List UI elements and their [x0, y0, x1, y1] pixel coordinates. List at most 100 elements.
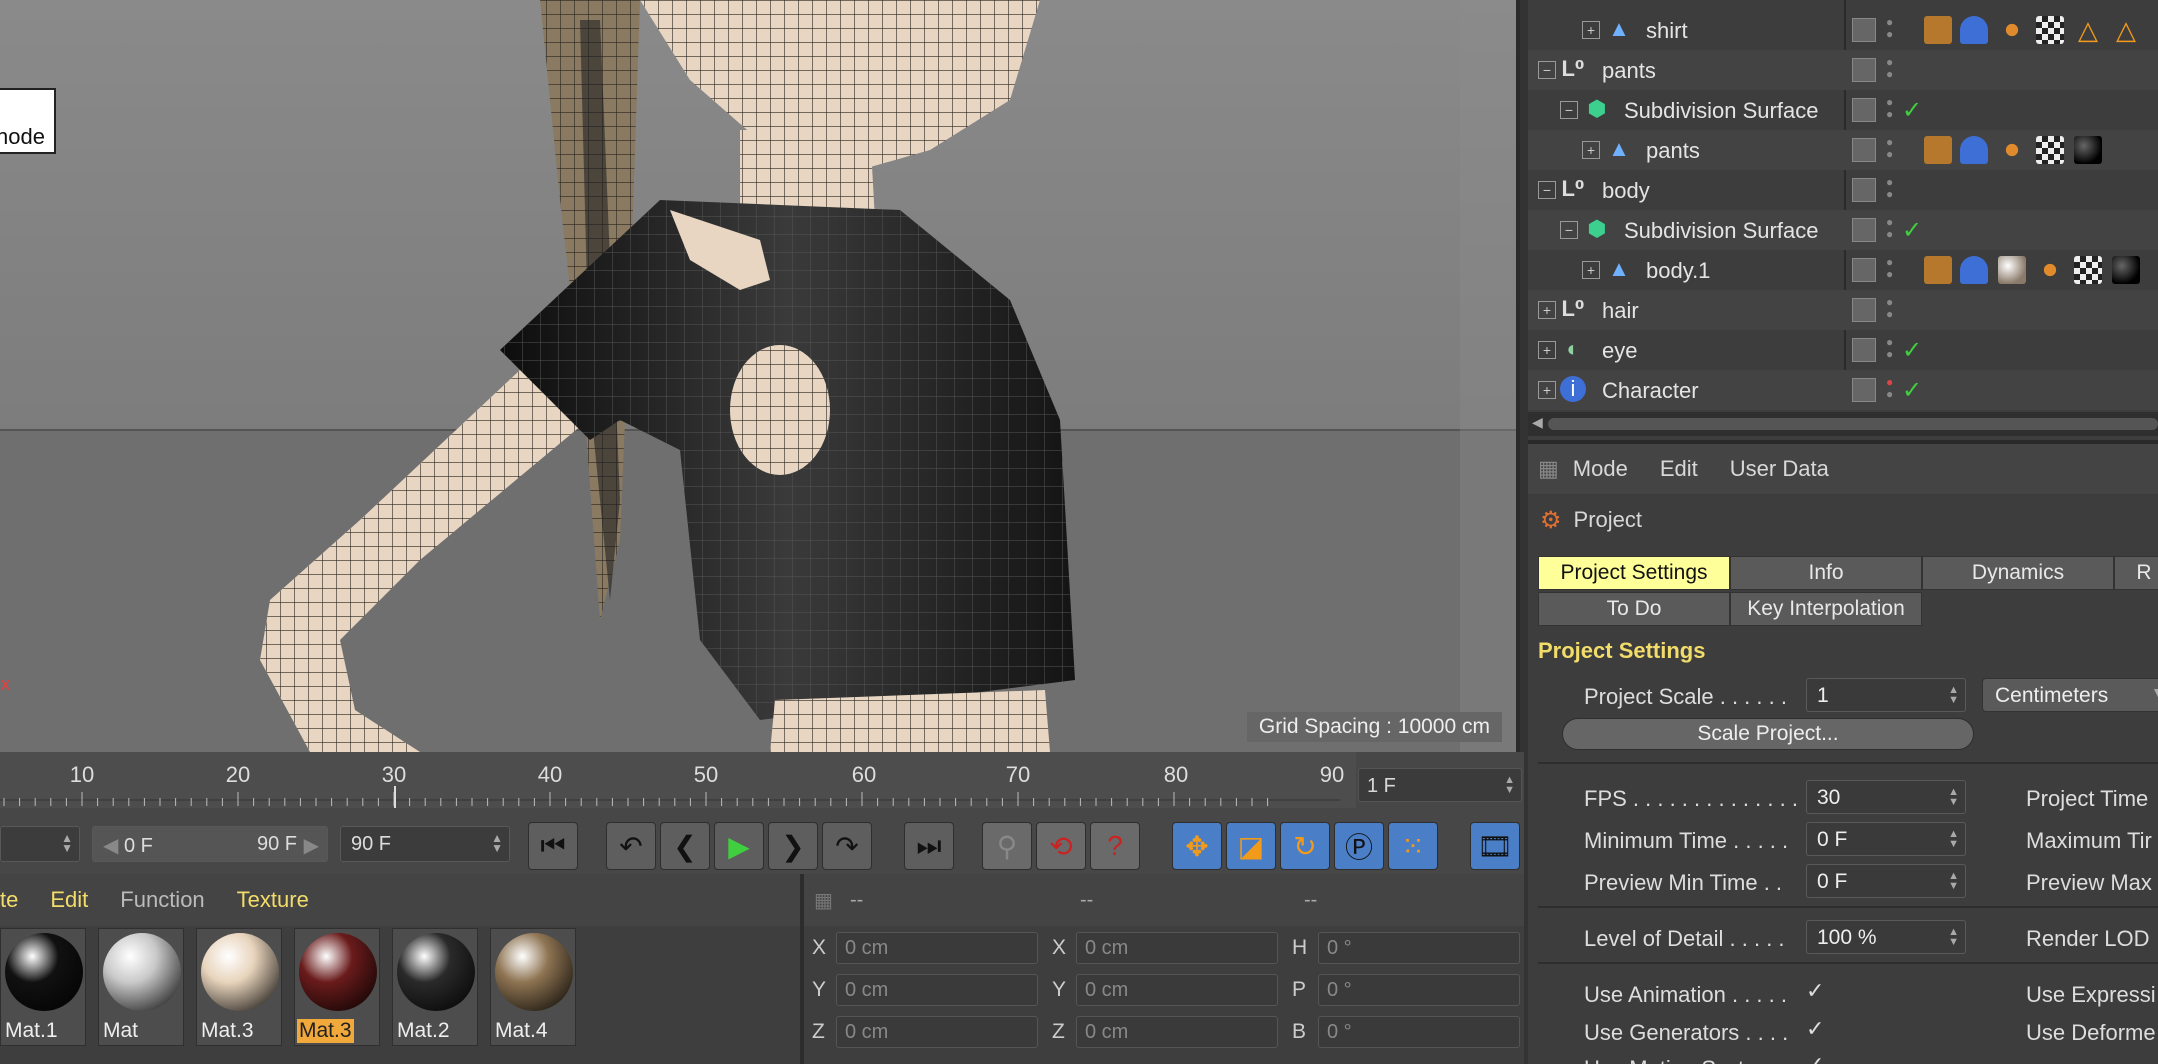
tab-info[interactable]: Info [1730, 556, 1922, 590]
project-scale-field[interactable]: 1 ▲ ▼ [1806, 678, 1966, 712]
uvw-tag-icon[interactable] [2036, 16, 2064, 44]
weight-tag-icon[interactable] [1998, 16, 2026, 44]
rotation-key-button[interactable]: ↻ [1280, 822, 1330, 870]
preview-min-time-field[interactable]: 0 F ▲ ▼ [1806, 864, 1966, 898]
expand-icon[interactable]: + [1538, 341, 1556, 359]
visibility-dots-icon[interactable]: ● ● [1886, 96, 1893, 120]
layer-box[interactable] [1852, 98, 1876, 122]
expand-icon[interactable]: + [1582, 21, 1600, 39]
visibility-dots-icon[interactable]: ● ● [1886, 136, 1893, 160]
scale-key-button[interactable]: ◪ [1226, 822, 1276, 870]
tab-key-interpolation[interactable]: Key Interpolation [1730, 592, 1922, 626]
layer-box[interactable] [1852, 218, 1876, 242]
playhead[interactable] [394, 786, 396, 808]
menu-texture[interactable]: Texture [237, 887, 309, 913]
tab-referencing[interactable]: R [2114, 556, 2158, 590]
collapse-icon[interactable]: − [1538, 61, 1556, 79]
tab-dynamics[interactable]: Dynamics [1922, 556, 2114, 590]
rotation-b-field[interactable]: 0 ° [1318, 1016, 1520, 1048]
collapse-icon[interactable]: − [1538, 181, 1556, 199]
horizontal-scrollbar[interactable]: ◀ [1528, 412, 2158, 436]
layer-box[interactable] [1852, 138, 1876, 162]
texture-tag-icon[interactable] [1924, 16, 1952, 44]
level-of-detail-field[interactable]: 100 % ▲ ▼ [1806, 920, 1966, 954]
menu-edit[interactable]: Edit [50, 887, 88, 913]
start-frame-field[interactable]: ▲ ▼ [0, 826, 80, 862]
previous-frame-button[interactable]: ❮ [660, 822, 710, 870]
object-row-pants-null[interactable]: − L⁰ pants ● ● [1528, 50, 2158, 90]
material-swatch[interactable]: Mat.4 [490, 928, 576, 1046]
position-z-field[interactable]: 0 cm [836, 1016, 1038, 1048]
object-row-subdivision-surface[interactable]: − ⬢ Subdivision Surface ● ● ✓ [1528, 90, 2158, 130]
end-frame-field[interactable]: 90 F ▲ ▼ [340, 826, 510, 862]
object-row-shirt[interactable]: + ▲ shirt ● ● △ △ [1528, 10, 2158, 50]
position-x-field[interactable]: 0 cm [836, 932, 1038, 964]
texture-tag-icon[interactable] [1924, 256, 1952, 284]
rotation-h-field[interactable]: 0 ° [1318, 932, 1520, 964]
fps-field[interactable]: 30 ▲ ▼ [1806, 780, 1966, 814]
size-z-field[interactable]: 0 cm [1076, 1016, 1278, 1048]
tab-to-do[interactable]: To Do [1538, 592, 1730, 626]
autokey-button[interactable]: ⟲ [1036, 822, 1086, 870]
tab-project-settings[interactable]: Project Settings [1538, 556, 1730, 590]
3d-viewport[interactable]: x node Grid Spacing : 10000 cm [0, 0, 1520, 752]
timeline-window-button[interactable]: 🎞 [1470, 822, 1520, 870]
next-key-button[interactable]: ↷ [822, 822, 872, 870]
visibility-dots-icon[interactable]: ● ● [1886, 56, 1893, 80]
menu-function[interactable]: Function [120, 887, 204, 913]
unit-dropdown[interactable]: Centimeters▼ [1982, 678, 2158, 712]
phong-tag-icon[interactable]: △ [2074, 16, 2102, 44]
preview-range-slider[interactable]: ◀ 0 F 90 F ▶ [92, 826, 328, 862]
rotation-p-field[interactable]: 0 ° [1318, 974, 1520, 1006]
layer-box[interactable] [1852, 258, 1876, 282]
keyframe-selection-button[interactable]: ? [1090, 822, 1140, 870]
record-active-button[interactable]: ⚲ [982, 822, 1032, 870]
scale-project-button[interactable]: Scale Project... [1562, 718, 1974, 750]
timeline-ruler[interactable]: 10 20 30 40 50 60 70 80 90 [0, 752, 1356, 808]
point-level-key-button[interactable]: ⁙ [1388, 822, 1438, 870]
visibility-dots-icon[interactable]: ● ● [1886, 216, 1893, 240]
material-swatch[interactable]: Mat.1 [0, 928, 86, 1046]
size-y-field[interactable]: 0 cm [1076, 974, 1278, 1006]
layer-box[interactable] [1852, 338, 1876, 362]
visibility-dots-icon[interactable]: ● ● [1886, 16, 1893, 40]
scrollbar-thumb[interactable] [1548, 418, 2158, 430]
next-frame-button[interactable]: ❯ [768, 822, 818, 870]
go-to-start-button[interactable]: ⏮ [528, 822, 578, 870]
character-tag-icon[interactable] [1960, 256, 1988, 284]
material-tag-icon[interactable] [2112, 256, 2140, 284]
object-row-body-null[interactable]: − L⁰ body ● ● [1528, 170, 2158, 210]
menu-user-data[interactable]: User Data [1730, 456, 1829, 482]
material-tag-icon[interactable] [1998, 256, 2026, 284]
object-row-subdivision-surface[interactable]: − ⬢ Subdivision Surface ● ● ✓ [1528, 210, 2158, 250]
enabled-check-icon[interactable]: ✓ [1902, 336, 1922, 365]
parameter-key-button[interactable]: Ⓟ [1334, 822, 1384, 870]
menu-mode[interactable]: Mode [1573, 456, 1628, 482]
texture-tag-icon[interactable] [1924, 136, 1952, 164]
character-tag-icon[interactable] [1960, 16, 1988, 44]
collapse-icon[interactable]: − [1560, 221, 1578, 239]
use-motion-system-checkbox[interactable]: ✓ [1806, 1052, 1824, 1064]
current-frame-field[interactable]: 1 F ▲ ▼ [1358, 768, 1522, 802]
object-row-pants-mesh[interactable]: + ▲ pants ● ● [1528, 130, 2158, 170]
layer-box[interactable] [1852, 178, 1876, 202]
layer-box[interactable] [1852, 18, 1876, 42]
collapse-icon[interactable]: − [1560, 101, 1578, 119]
scroll-left-icon[interactable]: ◀ [1532, 414, 1543, 431]
uvw-tag-icon[interactable] [2074, 256, 2102, 284]
object-row-character[interactable]: + i Character ● ● ✓ [1528, 370, 2158, 410]
layer-box[interactable] [1852, 378, 1876, 402]
material-swatch[interactable]: Mat [98, 928, 184, 1046]
uvw-tag-icon[interactable] [2036, 136, 2064, 164]
enabled-check-icon[interactable]: ✓ [1902, 96, 1922, 125]
expand-icon[interactable]: + [1538, 301, 1556, 319]
go-to-end-button[interactable]: ⏭ [904, 822, 954, 870]
object-row-hair[interactable]: + L⁰ hair ● ● [1528, 290, 2158, 330]
expand-icon[interactable]: + [1582, 141, 1600, 159]
visibility-dots-icon[interactable]: ● ● [1886, 376, 1893, 400]
visibility-dots-icon[interactable]: ● ● [1886, 296, 1893, 320]
previous-key-button[interactable]: ↶ [606, 822, 656, 870]
character-tag-icon[interactable] [1960, 136, 1988, 164]
material-tag-icon[interactable] [2074, 136, 2102, 164]
layer-box[interactable] [1852, 58, 1876, 82]
